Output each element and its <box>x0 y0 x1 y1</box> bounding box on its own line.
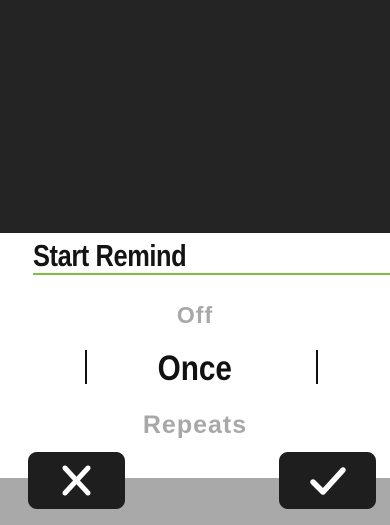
picker-option-off[interactable]: Off <box>0 302 390 329</box>
close-icon <box>62 465 91 496</box>
picker-option-once-selected[interactable]: Once <box>0 348 390 390</box>
map-preview-area <box>0 0 390 233</box>
selection-marker-right <box>316 350 318 384</box>
title-underline <box>33 273 390 275</box>
picker-option-repeats[interactable]: Repeats <box>0 411 390 440</box>
dialog-title: Start Remind <box>33 238 187 273</box>
picker-selected-label: Once <box>157 349 233 388</box>
cancel-button[interactable] <box>28 452 125 509</box>
confirm-button[interactable] <box>279 452 376 509</box>
checkmark-icon <box>310 467 346 495</box>
